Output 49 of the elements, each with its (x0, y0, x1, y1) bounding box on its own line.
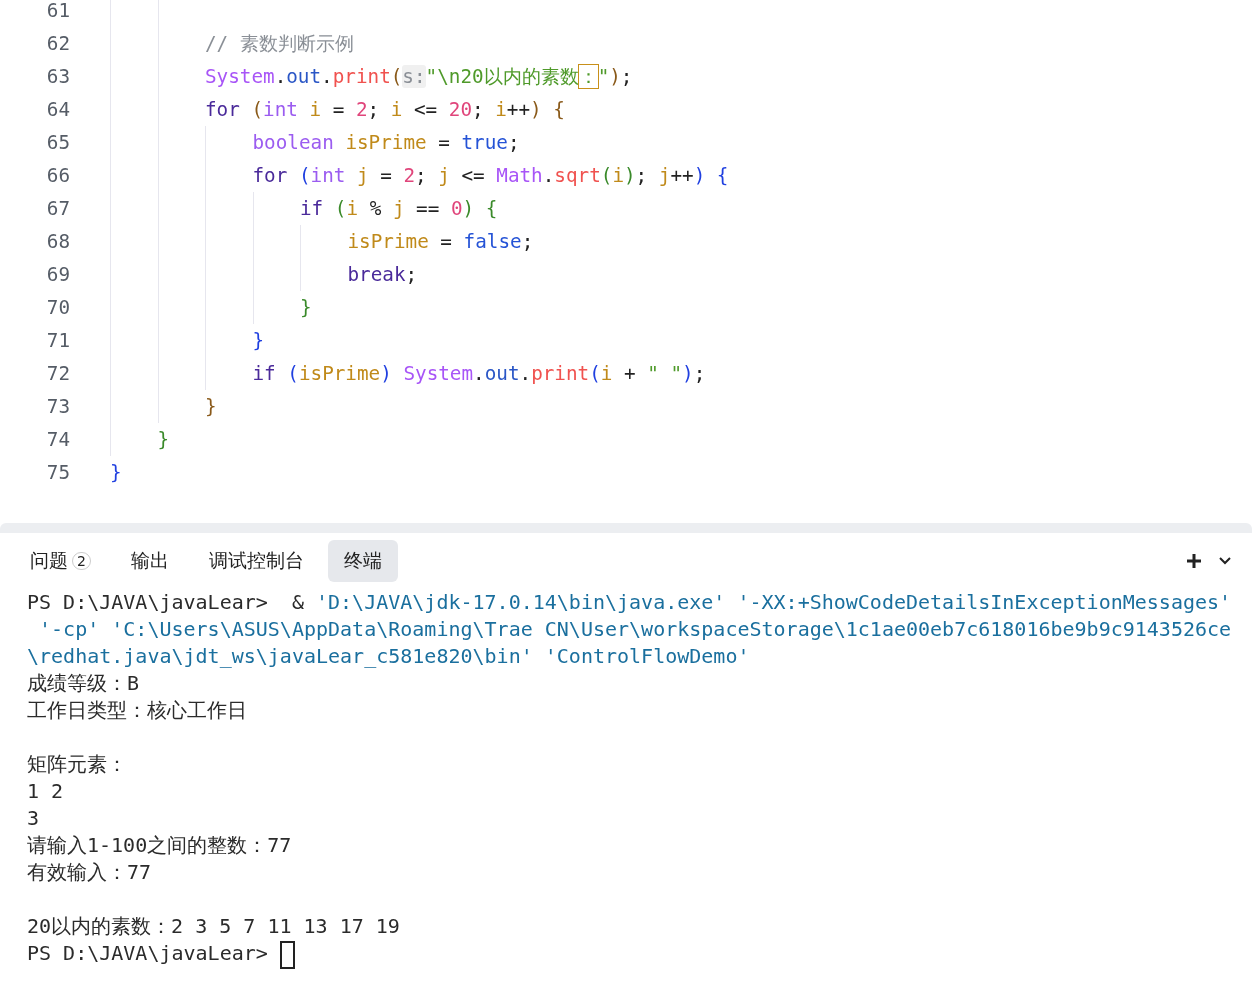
line-number: 63 (45, 65, 70, 88)
terminal-text: 成绩等级：B (27, 671, 140, 695)
line-number: 74 (45, 428, 70, 451)
line-number: 67 (45, 197, 70, 220)
code-line: } (252, 329, 265, 352)
code-line: } (205, 395, 217, 418)
line-number: 68 (45, 230, 70, 253)
code-line: break; (347, 263, 418, 286)
line-number: 65 (45, 131, 70, 154)
code-line: boolean isPrime = true; (252, 131, 520, 154)
terminal-text: 请输入1-100之间的整数：77 (27, 833, 292, 857)
code-line: for (int i = 2; i <= 20; i++) { (205, 98, 565, 121)
code-line: if (isPrime) System.out.print(i + " "); (252, 362, 706, 385)
plus-icon[interactable] (1186, 553, 1202, 569)
terminal-text: PS D:\JAVA\javaLear> (27, 941, 268, 965)
panel-tab[interactable]: 调试控制台 (192, 540, 320, 582)
terminal-text: 3 (27, 806, 40, 830)
terminal-text: '-cp' 'C:\Users\ASUS\AppData\Roaming\Trae CN\User\workspaceStorage\1c1ae00eb7c618016be9b9c9143526ce (38, 617, 1232, 641)
line-number: 69 (45, 263, 70, 286)
panel-tab[interactable]: 终端 (327, 540, 398, 582)
terminal-text: 20以内的素数：2 3 5 7 11 13 17 19 (27, 914, 400, 938)
line-number: 66 (45, 164, 70, 187)
line-number: 64 (45, 98, 70, 121)
line-number: 72 (45, 362, 70, 385)
panel-tab[interactable]: 问题 2 (14, 540, 107, 582)
line-number: 61 (45, 0, 70, 22)
code-line: System.out.print(s:"\n20以内的素数："); (205, 64, 633, 90)
code-line: for (int j = 2; j <= Math.sqrt(i); j++) { (252, 164, 729, 187)
terminal-text: 工作日类型：核心工作日 (27, 698, 247, 722)
panel-tab[interactable]: 输出 (114, 540, 185, 582)
terminal-cursor (279, 940, 295, 969)
line-number: 75 (45, 461, 70, 484)
line-number: 70 (45, 296, 70, 319)
terminal-text: 矩阵元素： (27, 752, 127, 776)
terminal-text: PS D:\JAVA\javaLear> & (27, 590, 305, 614)
code-line: } (300, 296, 312, 319)
chevron-down-icon[interactable] (1218, 556, 1232, 566)
code-line: } (157, 428, 170, 451)
terminal-text: \redhat.java\jdt_ws\javaLear_c581e820\bin' 'ControlFlowDemo' (27, 644, 750, 668)
code-line: isPrime = false; (347, 230, 534, 253)
code-line: // 素数判断示例 (205, 31, 354, 57)
line-number: 71 (45, 329, 70, 352)
terminal-text: 1 2 (27, 779, 64, 803)
terminal-text: 'D:\JAVA\jdk-17.0.14\bin\java.exe' '-XX:+ShowCodeDetailsInExceptionMessages' (316, 590, 1232, 614)
line-number: 62 (45, 32, 70, 55)
code-line: if (i % j == 0) { (300, 197, 498, 220)
terminal-text: 有效输入：77 (27, 860, 152, 884)
code-line: } (110, 461, 122, 484)
line-number: 73 (45, 395, 70, 418)
